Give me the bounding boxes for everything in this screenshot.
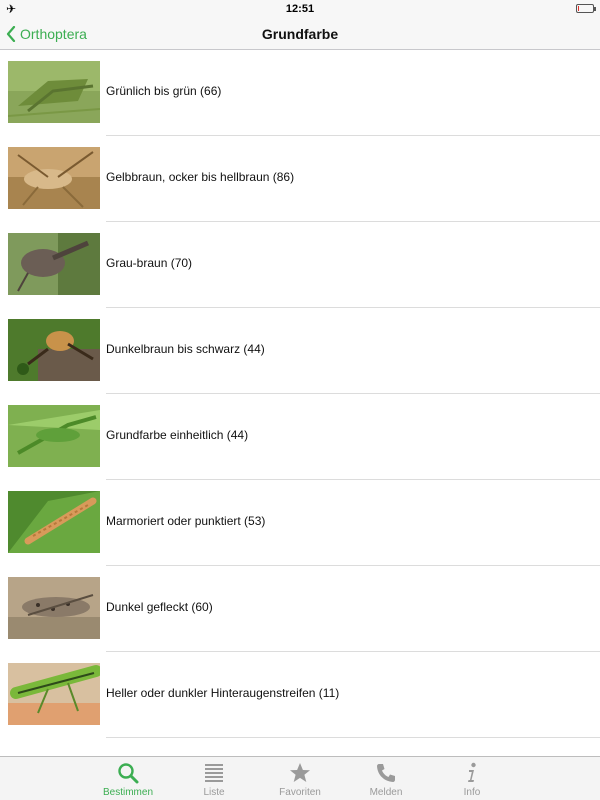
list-item[interactable]: Marmoriert oder punktiert (53) [0,480,600,566]
thumbnail-image [8,491,100,553]
battery-icon [576,4,596,13]
thumbnail-image [8,663,100,725]
list-item[interactable]: Dunkel gefleckt (60) [0,566,600,652]
star-icon [290,763,310,782]
thumbnail-image [8,319,100,381]
tab-bestimmen[interactable]: Bestimmen [83,757,173,800]
tab-liste[interactable]: Liste [169,757,259,800]
info-icon [468,762,476,782]
list-item-label: Grundfarbe einheitlich (44) [106,428,249,442]
list-item-label: Grau-braun (70) [106,256,193,270]
tab-label: Info [463,787,481,798]
thumbnail-image [8,233,100,295]
thumbnail-image [8,577,100,639]
search-icon [118,763,139,784]
tab-label: Liste [203,787,225,798]
list-item-label: Marmoriert oder punktiert (53) [106,514,266,528]
status-bar: ✈ 12:51 [0,0,600,18]
battery-level [578,6,579,11]
list-item[interactable]: Grünlich bis grün (66) [0,50,600,136]
tab-label: Melden [369,787,403,798]
list-item[interactable]: Dunkelbraun bis schwarz (44) [0,308,600,394]
tab-label: Bestimmen [102,787,153,798]
list-item[interactable]: Grau-braun (70) [0,222,600,308]
tab-melden[interactable]: Melden [341,757,431,800]
list-item-label: Dunkelbraun bis schwarz (44) [106,342,265,356]
tab-favoriten[interactable]: Favoriten [255,757,345,800]
status-time: 12:51 [285,3,315,15]
phone-icon [377,764,395,782]
list-item-label: Dunkel gefleckt (60) [106,600,213,614]
tab-bar: Bestimmen Liste Favoriten Melden Info [0,756,600,800]
page-title: Grundfarbe [261,26,339,42]
list-icon [205,764,223,782]
thumbnail-image [8,147,100,209]
list-item[interactable]: Grundfarbe einheitlich (44) [0,394,600,480]
list-item[interactable]: Heller oder dunkler Hinteraugenstreifen … [0,652,600,738]
thumbnail-image [8,405,100,467]
list-item[interactable]: Gelbbraun, ocker bis hellbraun (86) [0,136,600,222]
list-item-label: Heller oder dunkler Hinteraugenstreifen … [106,686,340,700]
thumbnail-image [8,61,100,123]
list-item-label: Grünlich bis grün (66) [106,84,222,98]
tab-info[interactable]: Info [427,757,517,800]
color-category-list: Grünlich bis grün (66) Gelbbraun, ocker … [0,50,600,756]
divider [106,737,600,738]
list-item-label: Gelbbraun, ocker bis hellbraun (86) [106,170,295,184]
tab-label: Favoriten [279,787,321,798]
navigation-bar: Orthoptera Grundfarbe [0,18,600,50]
